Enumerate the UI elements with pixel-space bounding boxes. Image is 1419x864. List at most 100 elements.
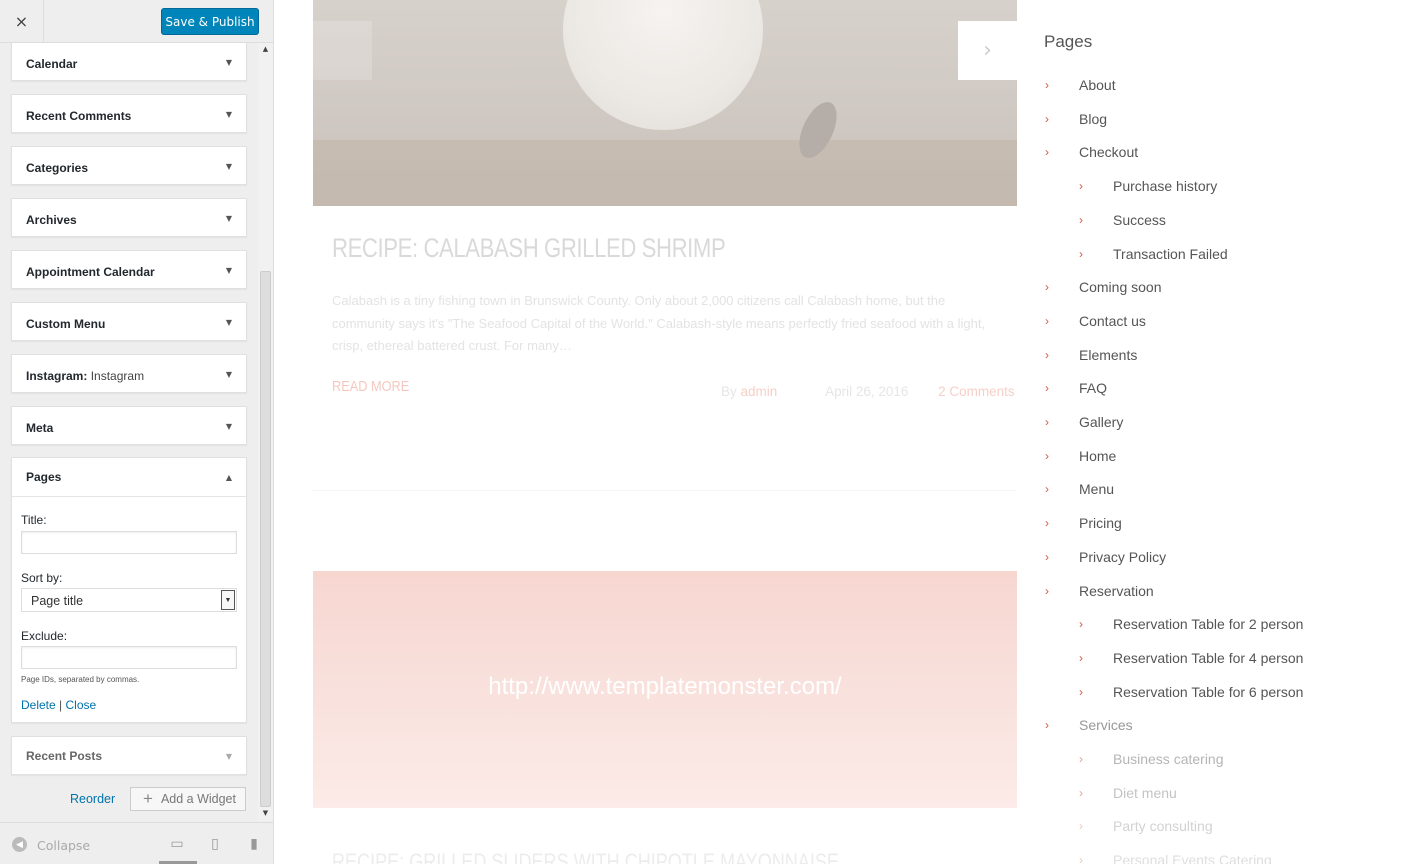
chevron-down-icon[interactable]: ▼: [226, 370, 232, 379]
post-title[interactable]: RECIPE: CALABASH GRILLED SHRIMP: [332, 233, 726, 264]
sidebar-page-label[interactable]: Blog: [1079, 111, 1107, 127]
chevron-right-icon: ›: [1045, 482, 1049, 497]
sidebar-page-label[interactable]: Reservation Table for 2 person: [1113, 616, 1303, 632]
sidebar-page-item[interactable]: › About: [1045, 77, 1116, 93]
sidebar-page-label[interactable]: Business catering: [1113, 751, 1224, 767]
sidebar-page-item[interactable]: › Contact us: [1045, 313, 1146, 329]
sidebar-page-item[interactable]: › Personal Events Catering: [1079, 852, 1272, 864]
read-more-link[interactable]: READ MORE: [332, 378, 409, 395]
widget-recent-posts[interactable]: Recent Posts ▼: [11, 736, 247, 775]
sidebar-page-item[interactable]: › Party consulting: [1079, 818, 1213, 834]
sidebar-page-item[interactable]: › Checkout: [1045, 144, 1138, 160]
sidebar-page-label[interactable]: Gallery: [1079, 414, 1123, 430]
delete-link[interactable]: Delete: [21, 698, 56, 712]
sidebar-page-label[interactable]: Diet menu: [1113, 785, 1177, 801]
sidebar-page-item[interactable]: › Home: [1045, 448, 1116, 464]
sidebar-page-item[interactable]: › Business catering: [1079, 751, 1224, 767]
slider-prev-button[interactable]: [313, 21, 372, 80]
exclude-field[interactable]: [21, 646, 237, 669]
widget-calendar[interactable]: Calendar ▼: [11, 43, 247, 81]
widget-recent-comments[interactable]: Recent Comments ▼: [11, 94, 247, 133]
sidebar-page-item[interactable]: › Elements: [1045, 347, 1137, 363]
sidebar-page-item[interactable]: › Privacy Policy: [1045, 549, 1166, 565]
sidebar-page-label[interactable]: Privacy Policy: [1079, 549, 1166, 565]
collapse-label[interactable]: Collapse: [37, 838, 90, 853]
chevron-down-icon[interactable]: ▼: [226, 110, 232, 119]
sidebar-page-label[interactable]: Pricing: [1079, 515, 1122, 531]
close-link[interactable]: Close: [66, 698, 97, 712]
sidebar-page-label[interactable]: Services: [1079, 717, 1133, 733]
chevron-down-icon[interactable]: ▼: [226, 162, 232, 171]
scrollbar-thumb[interactable]: [260, 271, 271, 807]
sidebar-page-label[interactable]: Home: [1079, 448, 1116, 464]
soup-bowl-shape: [563, 0, 763, 130]
sidebar-page-label[interactable]: Party consulting: [1113, 818, 1213, 834]
tablet-icon[interactable]: ▯: [206, 835, 224, 853]
sidebar-page-item[interactable]: › Pricing: [1045, 515, 1122, 531]
sidebar-page-item[interactable]: › Reservation Table for 4 person: [1079, 650, 1303, 666]
sidebar-page-item[interactable]: › Reservation Table for 2 person: [1079, 616, 1303, 632]
reorder-link[interactable]: Reorder: [70, 792, 115, 806]
scrollbar[interactable]: ▲ ▼: [258, 43, 273, 821]
save-publish-button[interactable]: Save & Publish: [161, 8, 259, 35]
sidebar-page-item[interactable]: › Reservation: [1045, 583, 1154, 599]
chevron-down-icon[interactable]: ▼: [221, 590, 235, 610]
widget-pages-header[interactable]: Pages ▲: [12, 458, 246, 496]
sidebar-page-label[interactable]: Menu: [1079, 481, 1114, 497]
widget-title: Pages: [26, 470, 62, 484]
chevron-down-icon[interactable]: ▼: [226, 422, 232, 431]
sidebar-page-item[interactable]: › Coming soon: [1045, 279, 1162, 295]
meta-comments[interactable]: 2 Comments: [938, 384, 1015, 399]
sidebar-page-item[interactable]: › Diet menu: [1079, 785, 1177, 801]
chevron-down-icon[interactable]: ▼: [226, 214, 232, 223]
sidebar-page-item[interactable]: › Transaction Failed: [1079, 246, 1228, 262]
widget-instagram[interactable]: Instagram: Instagram ▼: [11, 354, 247, 393]
sidebar-page-label[interactable]: Reservation Table for 6 person: [1113, 684, 1303, 700]
next-post-title[interactable]: RECIPE: GRILLED SLIDERS WITH CHIPOTLE MA…: [332, 849, 839, 864]
widget-title: Calendar: [26, 56, 78, 71]
sidebar-page-label[interactable]: Reservation: [1079, 583, 1154, 599]
chevron-down-icon[interactable]: ▼: [226, 266, 232, 275]
meta-author[interactable]: admin: [741, 384, 778, 399]
sort-by-select[interactable]: Page title ▼: [21, 588, 237, 612]
sidebar-page-label[interactable]: About: [1079, 77, 1116, 93]
exclude-label: Exclude:: [21, 629, 68, 643]
sidebar-page-label[interactable]: Reservation Table for 4 person: [1113, 650, 1303, 666]
sidebar-page-item[interactable]: › Menu: [1045, 481, 1114, 497]
sidebar-page-item[interactable]: › Services: [1045, 717, 1133, 733]
sidebar-page-label[interactable]: Coming soon: [1079, 279, 1162, 295]
title-field[interactable]: [21, 531, 237, 554]
sidebar-page-label[interactable]: FAQ: [1079, 380, 1107, 396]
close-icon[interactable]: ×: [0, 0, 44, 43]
sidebar-page-item[interactable]: › FAQ: [1045, 380, 1107, 396]
chevron-down-icon[interactable]: ▼: [226, 318, 232, 327]
chevron-down-icon[interactable]: ▼: [226, 58, 232, 67]
widget-custom-menu[interactable]: Custom Menu ▼: [11, 302, 247, 341]
mobile-icon[interactable]: ▮: [245, 835, 263, 853]
sidebar-page-label[interactable]: Personal Events Catering: [1113, 852, 1272, 864]
desktop-icon[interactable]: ▭: [168, 835, 186, 853]
widget-meta[interactable]: Meta ▼: [11, 406, 247, 445]
sidebar-page-item[interactable]: › Blog: [1045, 111, 1107, 127]
collapse-icon[interactable]: ◀: [12, 837, 27, 852]
sidebar-page-label[interactable]: Purchase history: [1113, 178, 1217, 194]
widget-archives[interactable]: Archives ▼: [11, 198, 247, 237]
widget-categories[interactable]: Categories ▼: [11, 146, 247, 185]
sidebar-page-item[interactable]: › Reservation Table for 6 person: [1079, 684, 1303, 700]
scroll-down-icon[interactable]: ▼: [258, 809, 273, 817]
sidebar-page-label[interactable]: Transaction Failed: [1113, 246, 1228, 262]
sidebar-page-item[interactable]: › Success: [1079, 212, 1166, 228]
sidebar-page-item[interactable]: › Purchase history: [1079, 178, 1217, 194]
widget-appointment-calendar[interactable]: Appointment Calendar ▼: [11, 250, 247, 289]
sidebar-page-label[interactable]: Contact us: [1079, 313, 1146, 329]
chevron-down-icon[interactable]: ▼: [226, 752, 232, 761]
sidebar-page-item[interactable]: › Gallery: [1045, 414, 1123, 430]
add-widget-button[interactable]: + Add a Widget: [130, 787, 246, 811]
sidebar-page-label[interactable]: Elements: [1079, 347, 1137, 363]
scroll-up-icon[interactable]: ▲: [258, 45, 273, 53]
slider-next-button[interactable]: ›: [958, 21, 1017, 80]
sidebar-page-label[interactable]: Success: [1113, 212, 1166, 228]
sidebar-page-label[interactable]: Checkout: [1079, 144, 1138, 160]
chevron-right-icon: ›: [983, 38, 992, 63]
chevron-up-icon[interactable]: ▲: [226, 473, 232, 482]
